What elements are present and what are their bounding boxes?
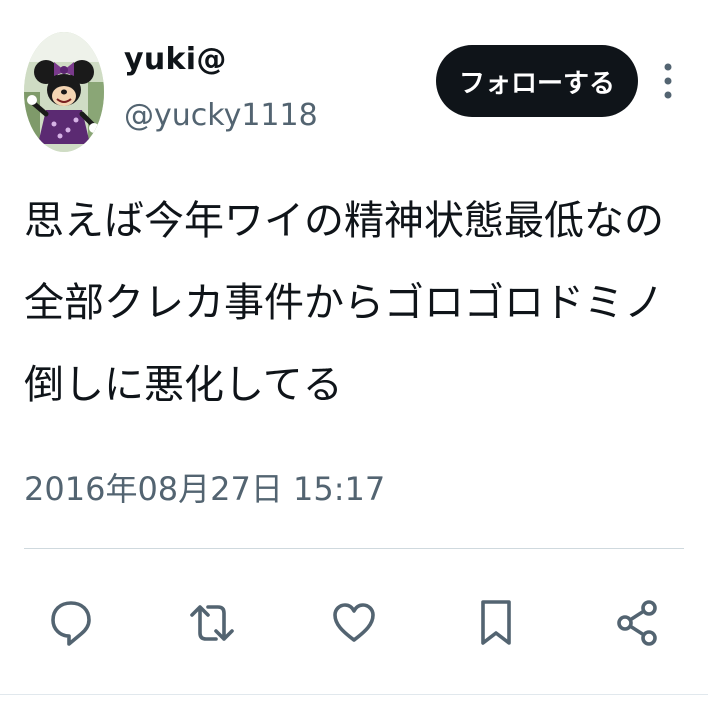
tweet-card: yuki@ @yucky1118 フォローする 思えば今年ワイの精神状態最低なの… xyxy=(0,0,708,708)
bottom-divider xyxy=(0,694,708,695)
display-name[interactable]: yuki@ xyxy=(124,42,227,77)
avatar[interactable] xyxy=(24,32,104,152)
like-button[interactable] xyxy=(324,588,384,658)
retweet-button[interactable] xyxy=(182,588,242,658)
more-vertical-icon xyxy=(664,63,672,99)
tweet-text: 思えば今年ワイの精神状態最低なの全部クレカ事件からゴロゴロドミノ倒しに悪化してる xyxy=(24,198,664,408)
heart-icon xyxy=(333,603,375,642)
bookmark-button[interactable] xyxy=(466,588,526,658)
more-options-button[interactable] xyxy=(652,56,684,106)
follow-button[interactable]: フォローする xyxy=(436,45,638,117)
reply-button[interactable] xyxy=(41,588,101,658)
bookmark-icon xyxy=(481,600,511,645)
action-bar xyxy=(0,588,708,658)
share-button[interactable] xyxy=(607,588,667,658)
share-icon xyxy=(617,600,657,646)
avatar-image xyxy=(24,32,104,152)
user-handle[interactable]: @yucky1118 xyxy=(124,98,318,133)
divider xyxy=(24,548,684,549)
retweet-icon xyxy=(190,605,234,641)
reply-icon xyxy=(51,601,91,646)
tweet-timestamp[interactable]: 2016年08月27日 15:17 xyxy=(24,464,385,510)
